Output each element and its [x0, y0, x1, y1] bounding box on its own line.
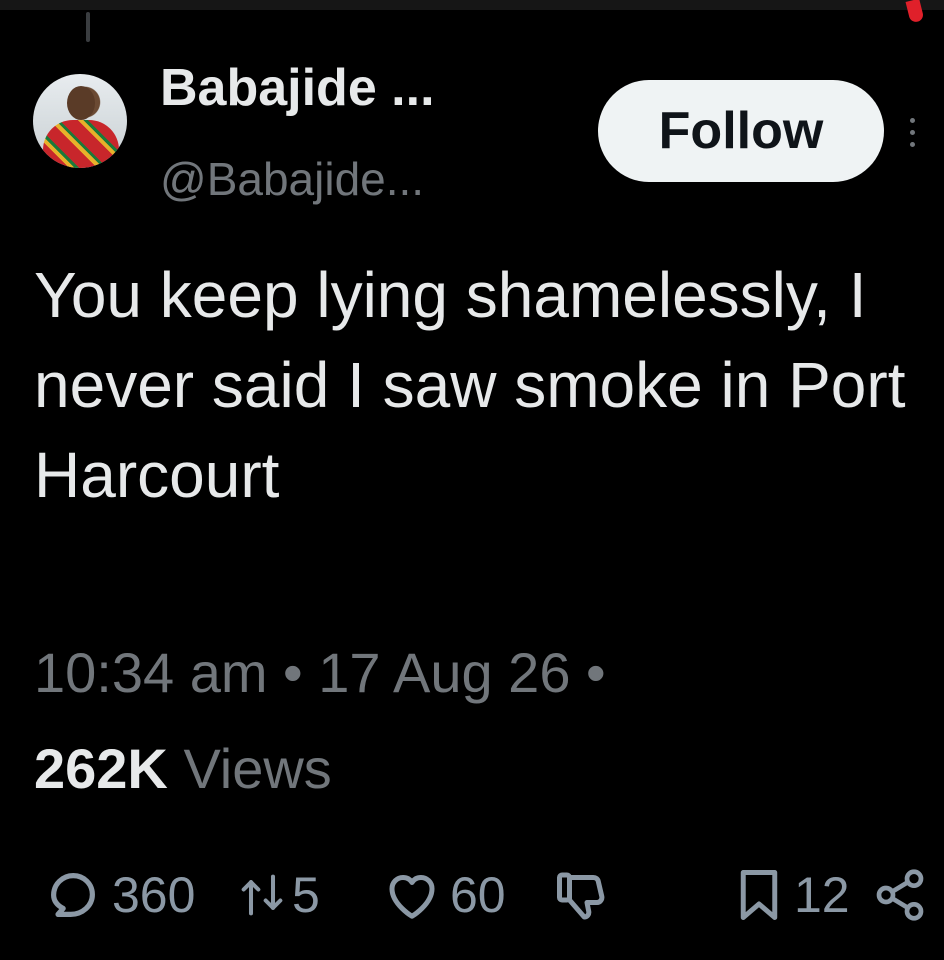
action-bar: 360 5 60 12	[0, 860, 944, 930]
like-button[interactable]: 60	[382, 860, 506, 930]
dislike-button[interactable]	[552, 860, 612, 930]
avatar[interactable]	[33, 74, 127, 168]
views-count: 262K	[34, 737, 168, 800]
share-button[interactable]	[872, 860, 928, 930]
reply-icon	[51, 873, 95, 917]
user-handle[interactable]: @Babajide...	[160, 152, 424, 206]
thread-connector-line	[86, 12, 90, 42]
follow-button[interactable]: Follow	[598, 80, 884, 182]
reply-button[interactable]: 360	[42, 860, 195, 930]
repost-icon	[241, 874, 283, 916]
repost-count: 5	[292, 867, 320, 923]
top-divider	[0, 0, 944, 10]
bookmark-icon	[740, 870, 778, 920]
tweet-timestamp[interactable]: 10:34 am • 17 Aug 26 •	[34, 640, 606, 705]
bookmark-count: 12	[794, 867, 850, 923]
display-name[interactable]: Babajide ...	[160, 58, 435, 118]
views-summary: 262K Views	[34, 736, 332, 801]
tweet-text: You keep lying shamelessly, I never said…	[34, 259, 906, 511]
share-icon	[876, 869, 924, 921]
repost-button[interactable]: 5	[240, 860, 320, 930]
views-label: Views	[183, 737, 332, 800]
thumbs-down-icon	[557, 872, 605, 920]
reply-count: 360	[112, 867, 196, 923]
like-count: 60	[450, 867, 506, 923]
avatar-head	[67, 86, 95, 120]
more-vertical-icon[interactable]	[906, 118, 918, 152]
bookmark-button[interactable]: 12	[732, 860, 850, 930]
heart-icon	[389, 875, 435, 919]
avatar-shirt	[43, 120, 119, 168]
